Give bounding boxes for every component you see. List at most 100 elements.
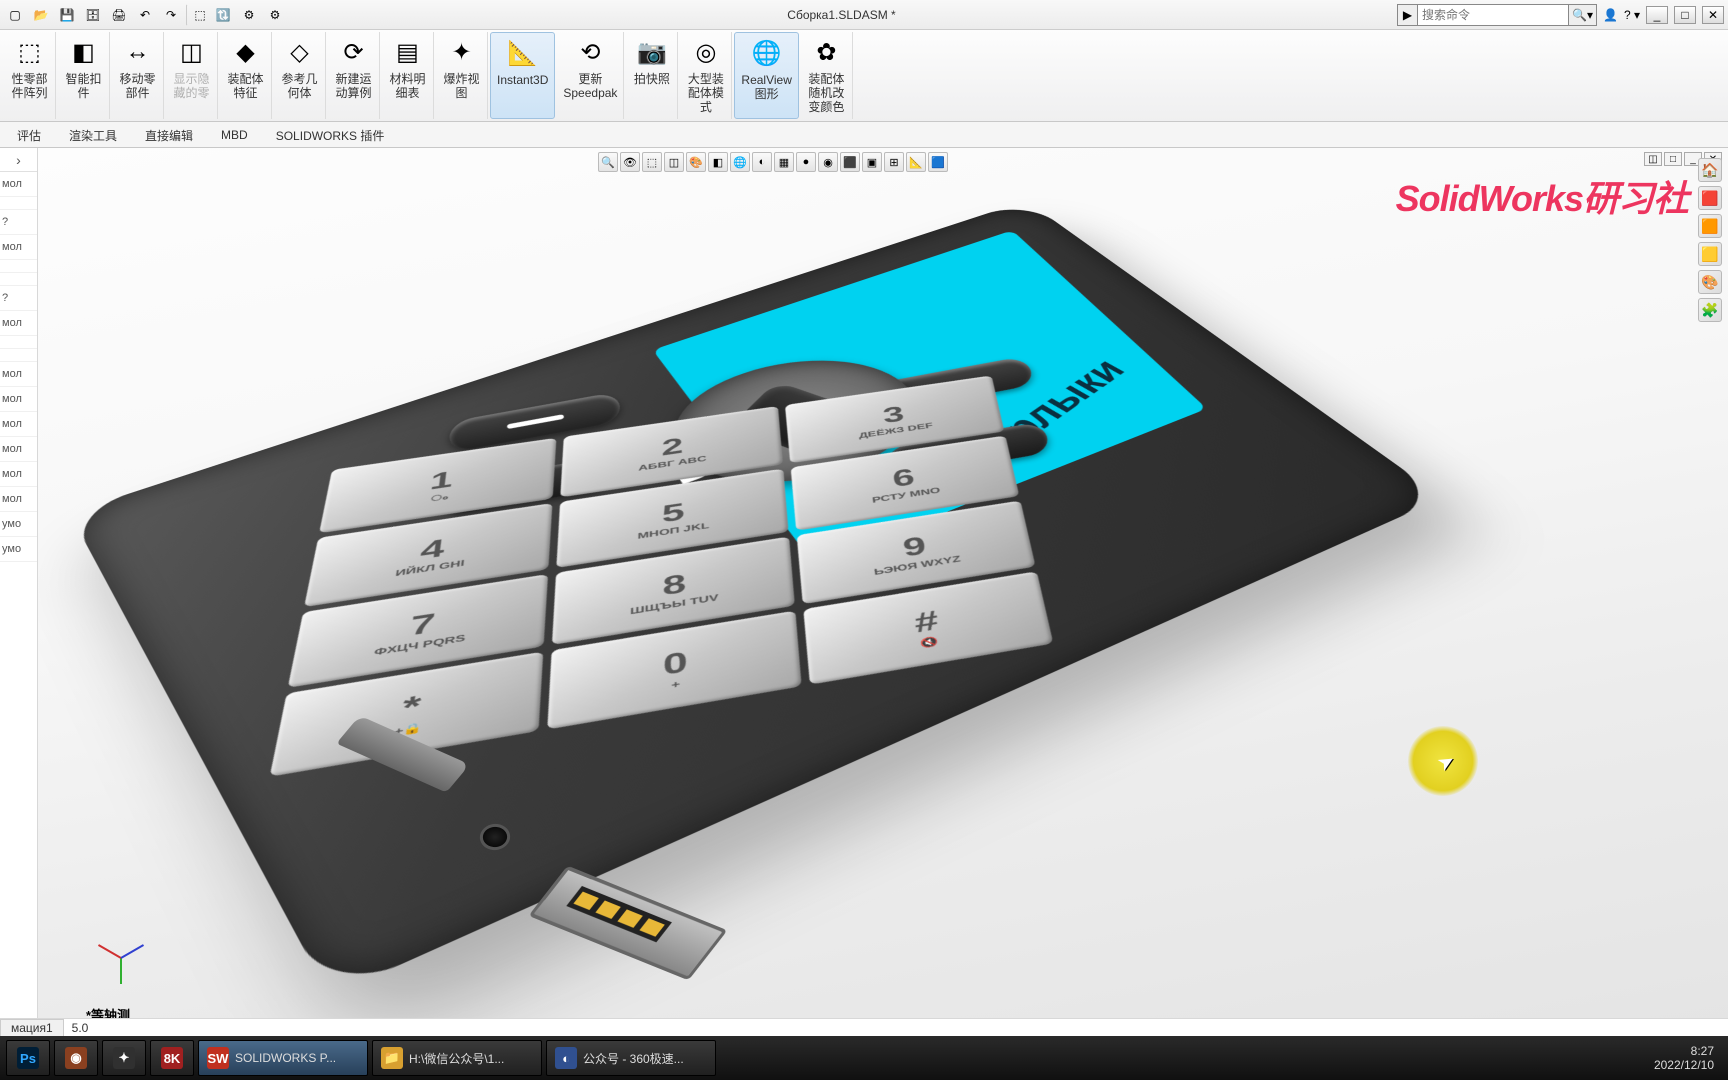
tree-item-9[interactable] [0,349,37,362]
windows-taskbar[interactable]: Ps ◉ ✦ 8K SW SOLIDWORKS P... 📁H:\微信公众号\1...◐公众… [0,1036,1728,1080]
taskbar-label: 公众号 - 360极速... [583,1050,684,1067]
tree-item-6[interactable]: ? [0,286,37,311]
coord-readout: 5.0 [64,1021,97,1035]
ribbon-装配体特征[interactable]: ◆装配体 特征 [220,32,272,119]
search-input[interactable] [1418,8,1568,22]
tree-item-1[interactable] [0,197,37,210]
z-axis-icon [121,944,145,959]
ribbon-icon: ✿ [808,34,844,70]
ribbon-icon: ⟳ [336,34,372,70]
ribbon-label: 大型装 配体模 式 [688,72,724,114]
qat-undo-icon[interactable]: ↶ [134,4,156,26]
taskbar-item[interactable]: Ps [6,1040,50,1076]
orientation-triad[interactable] [94,932,148,986]
ribbon-大型装配体模式[interactable]: ◎大型装 配体模 式 [680,32,732,119]
taskbar-item[interactable]: ◐公众号 - 360极速... [546,1040,716,1076]
ribbon-性零部件阵列[interactable]: ⬚性零部 件阵列 [4,32,56,119]
right-tool-3[interactable]: 🟨 [1698,242,1722,266]
key-sub: + [671,679,680,690]
vp-max-icon[interactable]: □ [1664,152,1682,166]
tree-item-17[interactable]: умо [0,537,37,562]
tree-item-14[interactable]: мол [0,462,37,487]
3d-viewport[interactable]: ◫ □ _ ✕ 🔍👁⬚◫🎨◧🌐◐▦●◉⬛▣⊞📐🟦 SolidWorks研习社 🏠… [38,148,1728,1036]
ribbon-icon: ⟲ [572,34,608,70]
maximize-button[interactable]: □ [1674,6,1696,24]
right-tool-1[interactable]: 🟥 [1698,186,1722,210]
qat-print-icon[interactable]: 🖨 [108,4,130,26]
tree-item-12[interactable]: мол [0,412,37,437]
tab-3[interactable]: MBD [208,122,261,147]
key-num: * [400,689,423,726]
feature-tree-panel[interactable]: › мол?мол?молмолмолмолмолмолмолумоумо [0,148,38,1036]
minimize-button[interactable]: _ [1646,6,1668,24]
qat-new-icon[interactable]: ▢ [4,4,26,26]
right-tool-4[interactable]: 🎨 [1698,270,1722,294]
phone-body: PHILIPS Ярлыки ⌐ ◉ 1ം2АБВГ ABC3ДЕЁЖЗ DEF… [69,201,1442,997]
taskbar-item[interactable]: 8K [150,1040,194,1076]
titlebar-right: ▶ 🔍▾ 👤 ? ▾ _ □ ✕ [1397,4,1724,26]
qat-redo-icon[interactable]: ↷ [160,4,182,26]
tree-item-2[interactable]: ? [0,210,37,235]
tree-item-3[interactable]: мол [0,235,37,260]
usb-a-port [528,866,727,981]
tree-item-11[interactable]: мол [0,387,37,412]
tree-item-15[interactable]: мол [0,487,37,512]
tab-0[interactable]: 评估 [4,122,54,147]
right-tool-5[interactable]: 🧩 [1698,298,1722,322]
help-icon[interactable]: ? ▾ [1624,8,1640,22]
ribbon-更新Speedpak[interactable]: ⟲更新 Speedpak [557,32,624,119]
ribbon-装配体随机改变颜色[interactable]: ✿装配体 随机改 变颜色 [801,32,853,119]
tree-item-4[interactable] [0,260,37,273]
taskbar-item[interactable]: SW SOLIDWORKS P... [198,1040,368,1076]
tree-item-10[interactable]: мол [0,362,37,387]
qat-settings-icon[interactable]: ⚙ [264,4,286,26]
right-tool-0[interactable]: 🏠 [1698,158,1722,182]
ribbon-RealView图形[interactable]: 🌐RealView 图形 [734,32,798,119]
taskbar-app-icon: SW [207,1047,229,1069]
qat-select-icon[interactable]: ⬚ [186,4,208,26]
taskbar-app-icon: ✦ [113,1047,135,1069]
search-go-icon[interactable]: 🔍▾ [1568,5,1596,25]
user-icon[interactable]: 👤 [1603,8,1618,22]
ribbon-icon: ◧ [66,34,102,70]
motion-tab[interactable]: мация1 [0,1019,64,1036]
tree-item-0[interactable]: мол [0,172,37,197]
tree-item-16[interactable]: умо [0,512,37,537]
ribbon-移动零部件[interactable]: ↔移动零 部件 [112,32,164,119]
ribbon-拍快照[interactable]: 📷拍快照 [626,32,678,119]
tab-1[interactable]: 渲染工具 [56,122,130,147]
y-axis-icon [120,958,122,984]
expand-panel-icon[interactable]: › [0,148,37,172]
tree-item-7[interactable]: мол [0,311,37,336]
qat-options-icon[interactable]: ⚙ [238,4,260,26]
tab-4[interactable]: SOLIDWORKS 插件 [263,122,398,147]
tree-item-8[interactable] [0,336,37,349]
system-clock[interactable]: 8:27 2022/12/10 [1646,1044,1722,1072]
taskbar-item[interactable]: ◉ [54,1040,98,1076]
ribbon-参考几何体[interactable]: ◇参考几 何体 [274,32,326,119]
ribbon-显示隐藏的零[interactable]: ◫显示隐 藏的零 [166,32,218,119]
ribbon-新建运动算例[interactable]: ⟳新建运 动算例 [328,32,380,119]
right-tool-2[interactable]: 🟧 [1698,214,1722,238]
qat-open-icon[interactable]: 📂 [30,4,52,26]
motion-study-bar[interactable]: мация1 5.0 [0,1018,1728,1036]
close-button[interactable]: ✕ [1702,6,1724,24]
qat-rebuild-icon[interactable]: 🔃 [212,4,234,26]
ribbon-Instant3D[interactable]: 📐Instant3D [490,32,555,119]
taskbar-item[interactable]: ✦ [102,1040,146,1076]
ribbon-icon: 📐 [505,35,541,71]
tree-item-5[interactable] [0,273,37,286]
taskbar-app-icon: ◉ [65,1047,87,1069]
qat-saveall-icon[interactable]: 🗄 [82,4,104,26]
tab-2[interactable]: 直接编辑 [132,122,206,147]
ribbon-材料明细表[interactable]: ▤材料明 细表 [382,32,434,119]
vp-restore-icon[interactable]: ◫ [1644,152,1662,166]
ribbon-智能扣件[interactable]: ◧智能扣 件 [58,32,110,119]
qat-save-icon[interactable]: 💾 [56,4,78,26]
taskbar-item[interactable]: 📁H:\微信公众号\1... [372,1040,542,1076]
key-num: # [912,604,941,639]
command-search[interactable]: ▶ 🔍▾ [1397,4,1597,26]
ribbon-爆炸视图[interactable]: ✦爆炸视 图 [436,32,488,119]
tree-item-13[interactable]: мол [0,437,37,462]
taskbar-label: SOLIDWORKS P... [235,1051,336,1065]
